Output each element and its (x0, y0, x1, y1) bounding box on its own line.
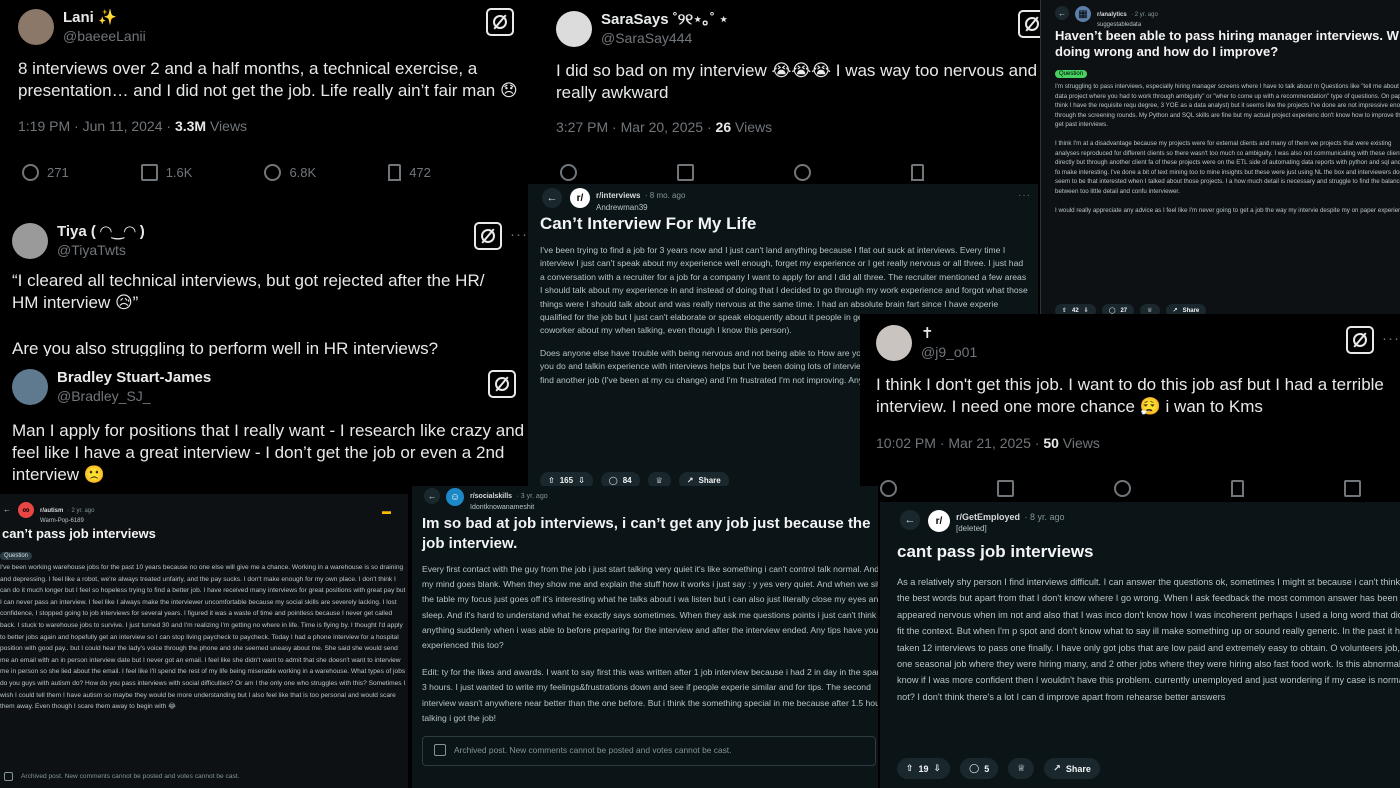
reddit-post-socialskills: ← ☺ r/socialskills · 3 yr. ago Idontknow… (412, 486, 878, 788)
avatar[interactable] (556, 11, 592, 47)
subreddit-icon[interactable]: ☺ (446, 488, 464, 506)
reddit-post-getemployed: ← r/ r/GetEmployed · 8 yr. ago [deleted]… (880, 502, 1400, 788)
back-icon[interactable]: ← (0, 502, 14, 516)
heart-icon (264, 164, 282, 181)
handle[interactable]: @SaraSay444 (601, 29, 728, 48)
subreddit-icon[interactable]: ∞ (18, 502, 34, 518)
author[interactable]: Warm-Pop-6189 (40, 517, 94, 525)
grok-icon[interactable] (488, 370, 516, 398)
more-icon[interactable]: ··· (510, 226, 528, 243)
archived-notice: Archived post. New comments cannot be po… (4, 772, 239, 781)
back-icon[interactable]: ← (1055, 6, 1069, 20)
bookmark-icon[interactable] (911, 164, 924, 181)
display-name[interactable]: SaraSays ˚୨୧⋆｡˚ ⋆ (601, 10, 728, 29)
back-icon[interactable]: ← (542, 188, 562, 208)
reply-button[interactable]: 271 (22, 164, 69, 181)
post-flair[interactable]: Question (0, 552, 33, 560)
share-icon[interactable] (1344, 480, 1361, 497)
post-title: can’t pass job interviews (2, 526, 156, 541)
tweet-text: I did so bad on my interview 😭😭😭 I was w… (556, 61, 1040, 102)
archive-icon (4, 772, 13, 781)
tweet-timestamp[interactable]: 3:27 PM · Mar 20, 2025 · 26 Views (556, 119, 772, 135)
tweet-text: “I cleared all technical interviews, but… (12, 271, 485, 312)
tweet-text-question: Are you also struggling to perform well … (12, 339, 439, 356)
award-button[interactable]: ♕ (1008, 758, 1035, 779)
reply-icon[interactable] (880, 480, 897, 497)
like-button[interactable]: 6.8K (264, 164, 316, 181)
tweet-sara: SaraSays ˚୨୧⋆｡˚ ⋆ @SaraSay444 I did so b… (540, 0, 1040, 186)
display-name[interactable]: Lani ✨ (63, 8, 146, 27)
tweet-text: 8 interviews over 2 and a half months, a… (18, 59, 518, 100)
display-name[interactable]: Bradley Stuart-James (57, 368, 211, 387)
post-body: Every first contact with the guy from th… (422, 564, 878, 723)
reddit-post-analytics: ← ▦ r/analytics · 2 yr. ago suggestabled… (1040, 0, 1400, 326)
subreddit-name[interactable]: r/interviews (596, 191, 640, 200)
display-name[interactable]: ✝ (921, 324, 977, 343)
archive-icon (434, 744, 446, 756)
bookmark-button[interactable]: 472 (388, 164, 431, 181)
reply-icon[interactable] (560, 164, 577, 181)
grok-icon[interactable] (1346, 326, 1374, 354)
grok-icon[interactable] (486, 8, 514, 36)
handle[interactable]: @Bradley_SJ_ (57, 387, 211, 406)
grok-icon[interactable] (474, 222, 502, 250)
post-body: I've been working warehouse jobs for the… (0, 564, 406, 711)
subreddit-icon[interactable]: r/ (928, 510, 950, 532)
archived-notice: Archived post. New comments cannot be po… (434, 744, 731, 756)
subreddit-name[interactable]: r/GetEmployed (956, 512, 1020, 522)
reply-icon (22, 164, 39, 181)
repost-button[interactable]: 1.6K (140, 164, 192, 181)
handle[interactable]: @baeeeLanii (63, 27, 146, 46)
subreddit-icon[interactable]: ▦ (1075, 6, 1091, 22)
tweet-timestamp[interactable]: 10:02 PM · Mar 21, 2025 · 50 Views (876, 435, 1100, 451)
reddit-post-autism: ← ∞ r/autism · 2 yr. ago Warm-Pop-6189 ▬… (0, 494, 408, 788)
post-body: I'm struggling to pass interviews, espec… (1055, 83, 1400, 214)
vote-button[interactable]: ⇧ 19 ⇩ (897, 758, 951, 779)
heart-icon[interactable] (1114, 480, 1131, 497)
handle[interactable]: @TiyaTwts (57, 241, 145, 260)
post-body: As a relatively shy person I find interv… (897, 577, 1400, 702)
bookmark-icon[interactable] (1231, 480, 1244, 497)
author[interactable]: Idontknowanameshit (470, 503, 548, 512)
post-title: Can’t Interview For My Life (540, 214, 757, 233)
heart-icon[interactable] (794, 164, 811, 181)
subreddit-name[interactable]: r/autism (40, 508, 63, 514)
tweet-j9: ✝ @j9_o01 ··· I think I don't get this j… (860, 314, 1400, 502)
repost-icon[interactable] (677, 164, 694, 181)
subreddit-name[interactable]: r/socialskills (470, 493, 512, 500)
avatar[interactable] (12, 369, 48, 405)
back-icon[interactable]: ← (900, 510, 920, 530)
author[interactable]: [deleted] (956, 523, 1065, 535)
post-title: Haven’t been able to pass hiring manager… (1055, 28, 1399, 59)
post-title: cant pass job interviews (897, 542, 1094, 561)
share-button[interactable]: ↗ Share (1044, 758, 1100, 779)
more-icon[interactable]: ··· (1382, 330, 1400, 347)
subreddit-name[interactable]: r/analytics (1097, 12, 1127, 18)
tweet-text: Man I apply for positions that I really … (12, 421, 525, 484)
tweet-lani: Lani ✨ @baeeeLanii 8 interviews over 2 a… (0, 0, 538, 198)
avatar[interactable] (12, 223, 48, 259)
back-icon[interactable]: ← (424, 488, 440, 504)
tweet-text: I think I don't get this job. I want to … (876, 375, 1384, 416)
tweet-timestamp[interactable]: 1:19 PM · Jun 11, 2024 · 3.3M Views (18, 118, 247, 134)
comments-button[interactable]: ◯ 5 (960, 758, 999, 779)
author[interactable]: Andrewman39 (596, 202, 685, 214)
avatar[interactable] (18, 9, 54, 45)
grok-icon[interactable] (1018, 10, 1040, 38)
more-icon[interactable]: ··· (1018, 190, 1031, 201)
tweet-bradley: Bradley Stuart-James @Bradley_SJ_ Man I … (0, 358, 528, 492)
bookmark-icon (388, 164, 402, 181)
avatar[interactable] (876, 325, 912, 361)
tweet-tiya: Tiya ( ◠‿◠ ) @TiyaTwts ··· “I cleared al… (0, 206, 538, 356)
handle[interactable]: @j9_o01 (921, 343, 977, 362)
archive-icon: ▬ (382, 506, 391, 516)
display-name[interactable]: Tiya ( ◠‿◠ ) (57, 222, 145, 241)
post-title: Im so bad at job interviews, i can’t get… (422, 515, 871, 552)
repost-icon[interactable] (997, 480, 1014, 497)
repost-icon (140, 164, 158, 181)
post-flair[interactable]: Question (1055, 70, 1088, 78)
subreddit-icon[interactable]: r/ (570, 188, 590, 208)
